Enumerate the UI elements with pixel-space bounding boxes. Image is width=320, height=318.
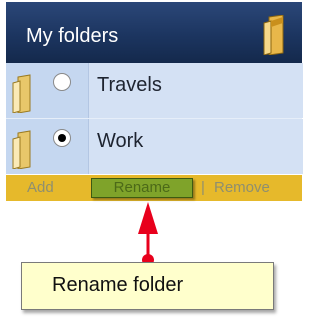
radio-selected-dot (58, 134, 66, 142)
folder-name: Work (97, 130, 144, 152)
folder-icon (263, 15, 284, 55)
remove-button[interactable]: Remove (214, 179, 270, 196)
folder-name: Travels (97, 74, 162, 96)
callout-pointer-icon (138, 202, 158, 266)
panel-title: My folders (26, 25, 119, 47)
folder-icon (12, 74, 31, 113)
add-button[interactable]: Add (27, 179, 54, 196)
my-folders-panel: My folders Travels Work Add Rename | Rem… (6, 2, 303, 201)
rename-button[interactable]: Rename (91, 178, 193, 198)
toolbar-separator: | (201, 179, 205, 196)
panel-header: My folders (6, 2, 302, 63)
folder-row-travels[interactable]: Travels (6, 63, 303, 119)
folder-row-work[interactable]: Work (6, 119, 303, 174)
callout-text: Rename folder (52, 274, 184, 296)
folder-radio-work[interactable] (53, 129, 71, 147)
folder-icon (12, 130, 31, 169)
rename-folder-callout: Rename folder (21, 262, 274, 310)
folder-radio-travels[interactable] (53, 73, 71, 91)
folder-label-cell[interactable]: Work (88, 119, 303, 174)
folder-label-cell[interactable]: Travels (88, 63, 303, 118)
